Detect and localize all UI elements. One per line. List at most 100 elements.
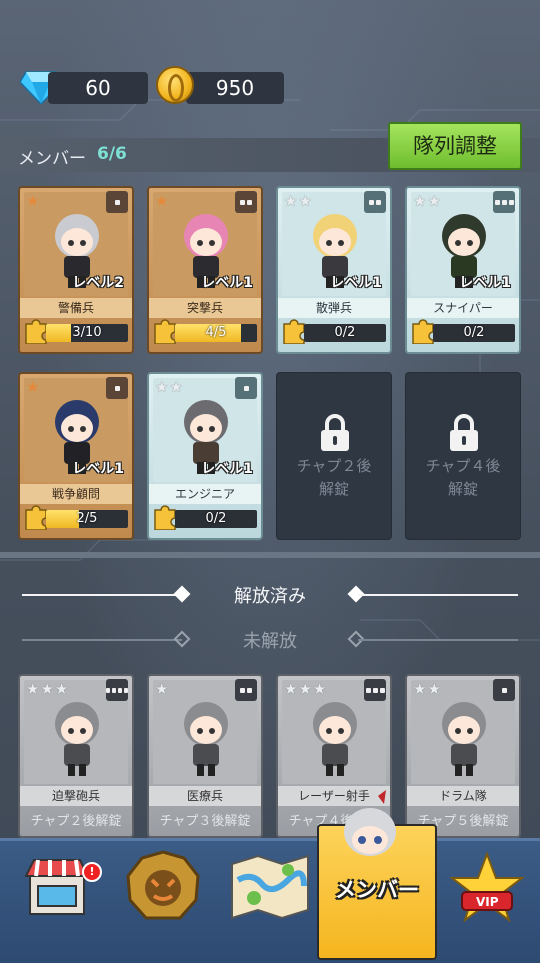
slot-size-icon — [364, 191, 386, 213]
divider-line-left-dim — [22, 639, 182, 641]
puzzle-piece-icon — [412, 319, 434, 344]
locked-slot-text: チャプ２後 解錠 — [277, 455, 391, 501]
shard-progress-bar: 4/5 — [175, 324, 257, 342]
card-stars: ★★ — [284, 192, 313, 210]
member-card[interactable]: ★ レベル2 警備兵 3/10 — [18, 186, 134, 354]
battle-emblem-icon[interactable] — [124, 850, 202, 924]
formation-adjust-button[interactable]: 隊列調整 — [388, 122, 522, 170]
coin-icon — [156, 66, 194, 104]
card-name: 散弾兵 — [278, 298, 390, 318]
slot-square — [124, 687, 128, 693]
slot-square — [501, 687, 507, 693]
puzzle-piece-icon — [154, 319, 176, 344]
card-stars: ★★ — [413, 192, 442, 210]
member-count: 6/6 — [97, 144, 127, 164]
slot-square — [376, 199, 381, 205]
notification-badge: ! — [82, 862, 102, 882]
card-level: レベル1 — [201, 461, 253, 477]
member-card[interactable]: ★ レベル1 戦争顧問 2/5 — [18, 372, 134, 540]
puzzle-piece-icon — [25, 505, 47, 530]
shard-progress-text: 2/5 — [76, 511, 98, 526]
card-stars: ★★★ — [26, 680, 70, 698]
slot-square — [501, 199, 507, 205]
slot-square — [118, 687, 122, 693]
shard-progress-text: 0/2 — [463, 325, 485, 340]
locked-slot-text: チャプ４後 解錠 — [406, 455, 520, 501]
map-icon[interactable] — [228, 850, 312, 920]
slot-square — [365, 687, 371, 693]
member-card[interactable]: ★★ レベル1 散弾兵 0/2 — [276, 186, 392, 354]
card-level: レベル2 — [72, 275, 124, 291]
card-unlock-condition: チャプ３後解錠 — [159, 814, 251, 829]
shard-progress-text: 4/5 — [205, 325, 227, 340]
slot-square — [379, 687, 385, 693]
card-stars: ★★ — [155, 378, 184, 396]
vip-label: VIP — [476, 895, 499, 909]
slot-square — [372, 687, 378, 693]
card-name: 警備兵 — [20, 298, 132, 318]
slot-size-icon — [235, 191, 257, 213]
card-stars: ★ — [155, 680, 170, 698]
card-unlock-condition: チャプ２後解錠 — [30, 814, 122, 829]
slot-square — [114, 199, 120, 205]
locked-slot[interactable]: チャプ２後 解錠 — [276, 372, 392, 540]
shard-progress-text: 3/10 — [72, 325, 102, 340]
unreleased-member-card[interactable]: ★★ ドラム隊 チャプ５後解錠 — [405, 674, 521, 838]
character-portrait — [55, 702, 99, 776]
lock-icon — [450, 414, 478, 451]
locked-slot-line-1: チャプ２後 — [296, 457, 372, 475]
card-level: レベル1 — [330, 275, 382, 291]
released-section-title: 解放済み — [234, 586, 306, 607]
slot-square — [106, 687, 110, 693]
shard-progress-bar: 2/5 — [46, 510, 128, 528]
card-level: レベル1 — [72, 461, 124, 477]
shard-progress-bar: 0/2 — [433, 324, 515, 342]
slot-square — [112, 687, 116, 693]
character-portrait — [184, 702, 228, 776]
divider-line-left — [22, 594, 182, 596]
card-name: スナイパー — [407, 298, 519, 318]
card-level: レベル1 — [459, 275, 511, 291]
member-card[interactable]: ★ レベル1 突撃兵 4/5 — [147, 186, 263, 354]
card-name: 迫撃砲兵 — [20, 786, 132, 806]
vip-star-icon[interactable] — [450, 852, 524, 922]
locked-slot[interactable]: チャプ４後 解錠 — [405, 372, 521, 540]
shard-progress-text: 0/2 — [334, 325, 356, 340]
puzzle-piece-icon — [25, 319, 47, 344]
slot-size-icon — [106, 679, 128, 701]
lock-icon — [321, 414, 349, 451]
shard-progress-bar: 3/10 — [46, 324, 128, 342]
slot-square — [240, 199, 245, 205]
coin-count: 950 — [186, 72, 284, 104]
member-card[interactable]: ★★ レベル1 スナイパー 0/2 — [405, 186, 521, 354]
members-tab-label: メンバー — [335, 878, 419, 902]
slot-square — [247, 199, 252, 205]
slot-square — [114, 385, 120, 391]
locked-slot-line-2: 解錠 — [447, 480, 478, 498]
character-portrait — [442, 702, 486, 776]
shard-progress-bar: 0/2 — [175, 510, 257, 528]
slot-square — [247, 687, 252, 693]
shop-icon[interactable] — [24, 856, 90, 918]
shard-progress-bar: 0/2 — [304, 324, 386, 342]
card-name: 戦争顧問 — [20, 484, 132, 504]
shard-progress-text: 0/2 — [205, 511, 227, 526]
card-name: エンジニア — [149, 484, 261, 504]
member-card[interactable]: ★★ レベル1 エンジニア 0/2 — [147, 372, 263, 540]
slot-square — [243, 385, 249, 391]
card-stars: ★ — [26, 192, 41, 210]
divider-line-right — [358, 594, 518, 596]
locked-slot-line-1: チャプ４後 — [425, 457, 501, 475]
card-stars: ★ — [26, 378, 41, 396]
unreleased-member-card[interactable]: ★★★ 迫撃砲兵 チャプ２後解錠 — [18, 674, 134, 838]
panel-separator — [0, 552, 540, 558]
puzzle-piece-icon — [283, 319, 305, 344]
unreleased-member-card[interactable]: ★ 医療兵 チャプ３後解錠 — [147, 674, 263, 838]
card-stars: ★★★ — [284, 680, 328, 698]
slot-square — [240, 687, 245, 693]
member-avatar-icon — [344, 790, 396, 856]
slot-size-icon — [106, 191, 128, 213]
slot-size-icon — [493, 191, 515, 213]
slot-square — [494, 199, 500, 205]
slot-size-icon — [235, 679, 257, 701]
